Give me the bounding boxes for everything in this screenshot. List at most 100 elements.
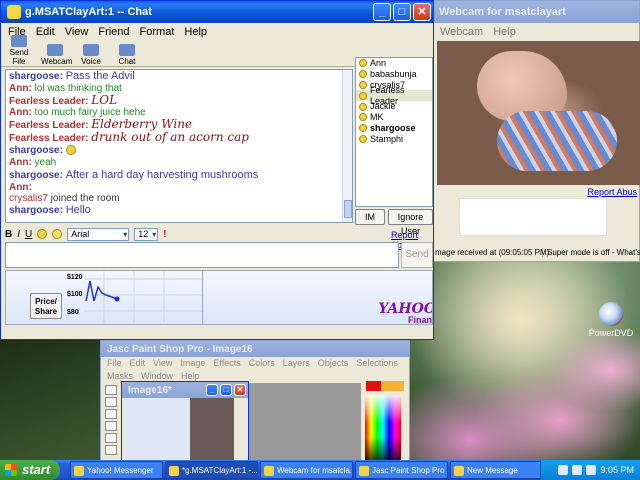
chat-message: Ann:: [6, 182, 352, 193]
start-button[interactable]: start: [0, 460, 60, 480]
network-icon[interactable]: [558, 465, 569, 475]
webcam-received-status: mage received at (09:05:05 PM): [435, 247, 550, 257]
psp-menu-selections[interactable]: Selections: [352, 357, 402, 370]
image16-window[interactable]: Image16* _ □ ✕: [121, 381, 249, 463]
image16-titlebar[interactable]: Image16* _ □ ✕: [122, 382, 248, 398]
font-size-select[interactable]: 12: [134, 227, 159, 241]
taskbar-button[interactable]: Webcam for msatcla...: [260, 461, 353, 479]
italic-button[interactable]: I: [17, 229, 20, 240]
taskbar-button[interactable]: Yahoo! Messenger: [70, 461, 163, 479]
psp-menu-view[interactable]: View: [149, 357, 176, 370]
smiley-icon[interactable]: [52, 229, 63, 239]
psp-menu-objects[interactable]: Objects: [314, 357, 353, 370]
chat-menu-edit[interactable]: Edit: [31, 26, 60, 38]
image16-canvas[interactable]: [124, 398, 234, 460]
chat-button[interactable]: Chat: [113, 44, 141, 66]
taskbar-button[interactable]: *g.MSATClayArt:1 -...: [165, 461, 258, 479]
psp-menu-effects[interactable]: Effects: [209, 357, 244, 370]
room-user-item[interactable]: MK: [356, 112, 432, 123]
room-user-item[interactable]: Stamphi: [356, 134, 432, 145]
webcam-titlebar[interactable]: Webcam for msatclayart: [433, 1, 639, 23]
psp-menu-colors[interactable]: Colors: [245, 357, 279, 370]
webcam-menu-webcam[interactable]: Webcam: [435, 26, 488, 38]
taskbar-tasks: Yahoo! Messenger *g.MSATClayArt:1 -... Web…: [70, 461, 543, 479]
messenger-tray-icon[interactable]: [586, 465, 597, 475]
chat-window[interactable]: g.MSATClayArt:1 -- Chat _ □ ✕ File Edit Vi…: [0, 0, 434, 340]
ignore-user-button[interactable]: Ignore User: [388, 209, 433, 236]
webcam-icon: [47, 44, 63, 56]
webcam-title: Webcam for msatclayart: [439, 6, 566, 18]
chat-message-log[interactable]: shargoose: Pass the Advil Ann: lol was th…: [5, 69, 353, 223]
alert-icon[interactable]: !: [163, 229, 166, 240]
psp-menu-layers[interactable]: Layers: [279, 357, 314, 370]
im-button[interactable]: IM: [355, 209, 385, 225]
zoom-tool-icon[interactable]: [105, 445, 117, 455]
volume-icon[interactable]: [572, 465, 583, 475]
webcam-report-abuse-link[interactable]: Report Abus: [587, 187, 637, 197]
room-user-name: MK: [370, 111, 384, 122]
room-user-item[interactable]: shargoose: [356, 123, 432, 134]
taskbar-button[interactable]: New Message: [450, 461, 543, 479]
chat-titlebar[interactable]: g.MSATClayArt:1 -- Chat _ □ ✕: [1, 1, 433, 23]
wallpaper-tree: [0, 340, 100, 460]
maximize-icon[interactable]: □: [220, 384, 232, 396]
underline-button[interactable]: U: [25, 229, 32, 240]
webcam-button[interactable]: Webcam: [41, 44, 72, 66]
chat-menu-view[interactable]: View: [60, 26, 94, 38]
chat-message: shargoose:: [6, 144, 352, 157]
webcam-super-mode-status[interactable]: Super mode is off - What's thi: [543, 248, 640, 257]
webcam-info-panel: [459, 198, 607, 236]
move-tool-icon[interactable]: [105, 433, 117, 443]
bold-button[interactable]: B: [5, 229, 12, 240]
psp-menu-image[interactable]: Image: [176, 357, 209, 370]
close-icon[interactable]: ✕: [234, 384, 246, 396]
minimize-icon[interactable]: _: [206, 384, 218, 396]
scrollbar-thumb[interactable]: [344, 200, 352, 218]
chat-menu-help[interactable]: Help: [179, 26, 212, 38]
room-user-list[interactable]: Ann babasbunja crysalis7 Fearless Leader Jac…: [355, 57, 433, 207]
webcam-menubar: Webcam Help: [433, 23, 639, 41]
room-user-item[interactable]: babasbunja: [356, 69, 432, 80]
chat-menu-format[interactable]: Format: [135, 26, 180, 38]
chat-message: Fearless Leader: drunk out of an acorn c…: [6, 131, 352, 145]
message-sender: Ann:: [9, 181, 32, 193]
lasso-tool-icon[interactable]: [105, 397, 117, 407]
chat-title: g.MSATClayArt:1 -- Chat: [25, 6, 152, 18]
chat-menu-friend[interactable]: Friend: [93, 26, 134, 38]
psp-menu-edit[interactable]: Edit: [126, 357, 150, 370]
crop-tool-icon[interactable]: [105, 421, 117, 431]
psp-menubar: File Edit View Image Effects Colors Layers Obje…: [101, 357, 409, 383]
desktop-icon-powerdvd[interactable]: PowerDVD: [588, 302, 634, 338]
color-gradient-picker[interactable]: [365, 395, 401, 465]
close-icon[interactable]: ✕: [413, 3, 431, 21]
price-share-button[interactable]: Price/ Share: [30, 293, 62, 319]
psp-menu-file[interactable]: File: [103, 357, 126, 370]
message-text: Elderberry Wine: [91, 117, 193, 132]
message-input[interactable]: [5, 242, 399, 268]
font-select[interactable]: Arial: [67, 227, 130, 241]
emoticon-icon[interactable]: [37, 229, 48, 239]
psp-titlebar[interactable]: Jasc Paint Shop Pro - Image16: [101, 341, 409, 357]
message-sender: Ann:: [9, 157, 35, 169]
room-user-item[interactable]: Ann: [356, 58, 432, 69]
message-sender: shargoose:: [9, 204, 66, 216]
select-tool-icon[interactable]: [105, 385, 117, 395]
send-button[interactable]: Send: [401, 242, 433, 268]
paint-shop-window[interactable]: Jasc Paint Shop Pro - Image16 File Edit Vi…: [100, 340, 410, 465]
message-text: joined the room: [47, 192, 120, 204]
maximize-icon[interactable]: □: [393, 3, 411, 21]
ticker-label-120: $120: [67, 274, 83, 281]
chat-message: Fearless Leader: LOL: [6, 94, 352, 108]
ticker-label-80: $80: [67, 309, 79, 316]
voice-button[interactable]: Voice: [77, 44, 105, 66]
webcam-window[interactable]: Webcam for msatclayart Webcam Help Report…: [432, 0, 640, 262]
color-swatches[interactable]: [366, 381, 404, 391]
webcam-menu-help[interactable]: Help: [488, 26, 521, 38]
marquee-tool-icon[interactable]: [105, 409, 117, 419]
psp-color-palette[interactable]: [363, 381, 409, 465]
chat-scrollbar[interactable]: [342, 70, 352, 222]
taskbar-button[interactable]: Jasc Paint Shop Pro ...: [355, 461, 448, 479]
room-user-item[interactable]: Fearless Leader: [356, 85, 432, 106]
minimize-icon[interactable]: _: [373, 3, 391, 21]
send-file-button[interactable]: Send File: [5, 35, 33, 66]
